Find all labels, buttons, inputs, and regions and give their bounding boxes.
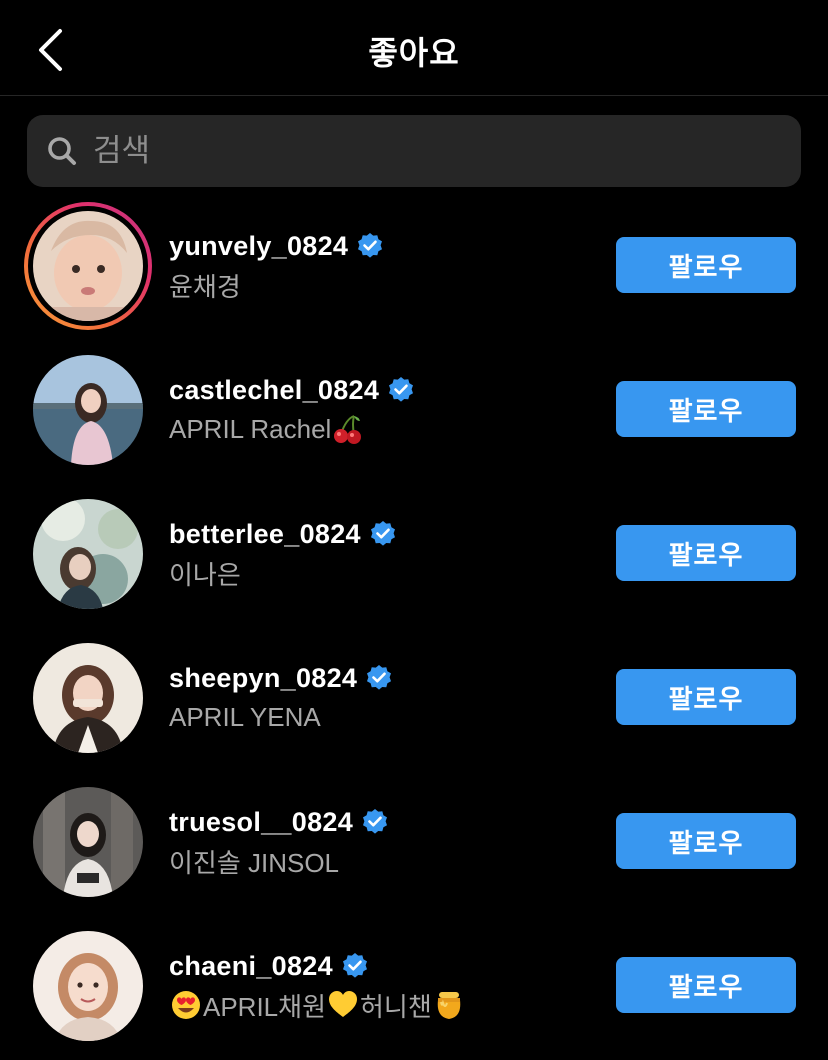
- verified-badge-icon: [341, 952, 369, 980]
- username[interactable]: truesol__0824: [169, 807, 353, 838]
- cherries-icon: [332, 413, 364, 445]
- verified-badge-icon: [387, 376, 415, 404]
- user-info: betterlee_0824 이나은: [169, 516, 397, 590]
- user-info: yunvely_0824 윤채경: [169, 228, 384, 302]
- honey-pot-icon: [433, 989, 465, 1021]
- avatar: [33, 787, 143, 897]
- follow-button[interactable]: 팔로우: [616, 669, 796, 725]
- username[interactable]: yunvely_0824: [169, 231, 348, 262]
- avatar: [33, 643, 143, 753]
- search-bar[interactable]: [27, 115, 801, 187]
- list-item[interactable]: chaeni_0824 APRIL채원 허니챈 팔로우: [0, 916, 828, 1060]
- full-name: 이나은: [169, 559, 241, 590]
- follow-button[interactable]: 팔로우: [616, 525, 796, 581]
- full-name: APRIL YENA: [169, 701, 321, 732]
- header: 좋아요: [0, 0, 828, 96]
- verified-badge-icon: [369, 520, 397, 548]
- username[interactable]: castlechel_0824: [169, 375, 379, 406]
- follow-button[interactable]: 팔로우: [616, 381, 796, 437]
- full-name: 이진솔 JINSOL: [169, 847, 340, 878]
- follow-button[interactable]: 팔로우: [616, 237, 796, 293]
- full-name: APRIL채원 허니챈: [169, 988, 466, 1022]
- avatar-container[interactable]: [24, 778, 152, 906]
- user-info: truesol__0824 이진솔 JINSOL: [169, 804, 389, 878]
- list-item[interactable]: sheepyn_0824 APRIL YENA 팔로우: [0, 628, 828, 772]
- list-item[interactable]: yunvely_0824 윤채경 팔로우: [0, 196, 828, 340]
- avatar-container[interactable]: [24, 634, 152, 762]
- follow-button[interactable]: 팔로우: [616, 957, 796, 1013]
- user-info: chaeni_0824 APRIL채원 허니챈: [169, 948, 466, 1022]
- full-name: APRIL Rachel: [169, 412, 415, 446]
- avatar: [33, 211, 143, 321]
- heart-eyes-emoji-icon: [170, 989, 202, 1021]
- user-info: sheepyn_0824 APRIL YENA: [169, 660, 393, 734]
- avatar-container[interactable]: [24, 490, 152, 618]
- story-ring[interactable]: [24, 202, 152, 330]
- avatar-container[interactable]: [24, 922, 152, 1050]
- avatar: [33, 931, 143, 1041]
- follow-button[interactable]: 팔로우: [616, 813, 796, 869]
- verified-badge-icon: [365, 664, 393, 692]
- likes-list: yunvely_0824 윤채경 팔로우 castlechel_0824 APR…: [0, 196, 828, 1060]
- username[interactable]: betterlee_0824: [169, 519, 361, 550]
- yellow-heart-icon: [327, 989, 359, 1021]
- list-item[interactable]: truesol__0824 이진솔 JINSOL 팔로우: [0, 772, 828, 916]
- list-item[interactable]: betterlee_0824 이나은 팔로우: [0, 484, 828, 628]
- user-info: castlechel_0824 APRIL Rachel: [169, 372, 415, 446]
- avatar: [33, 499, 143, 609]
- full-name: 윤채경: [169, 271, 241, 302]
- verified-badge-icon: [361, 808, 389, 836]
- username[interactable]: chaeni_0824: [169, 951, 333, 982]
- search-icon: [45, 134, 79, 168]
- verified-badge-icon: [356, 232, 384, 260]
- page-title: 좋아요: [368, 35, 460, 71]
- list-item[interactable]: castlechel_0824 APRIL Rachel 팔로우: [0, 340, 828, 484]
- avatar-container[interactable]: [24, 346, 152, 474]
- username[interactable]: sheepyn_0824: [169, 663, 357, 694]
- avatar: [33, 355, 143, 465]
- search-input[interactable]: [91, 120, 801, 182]
